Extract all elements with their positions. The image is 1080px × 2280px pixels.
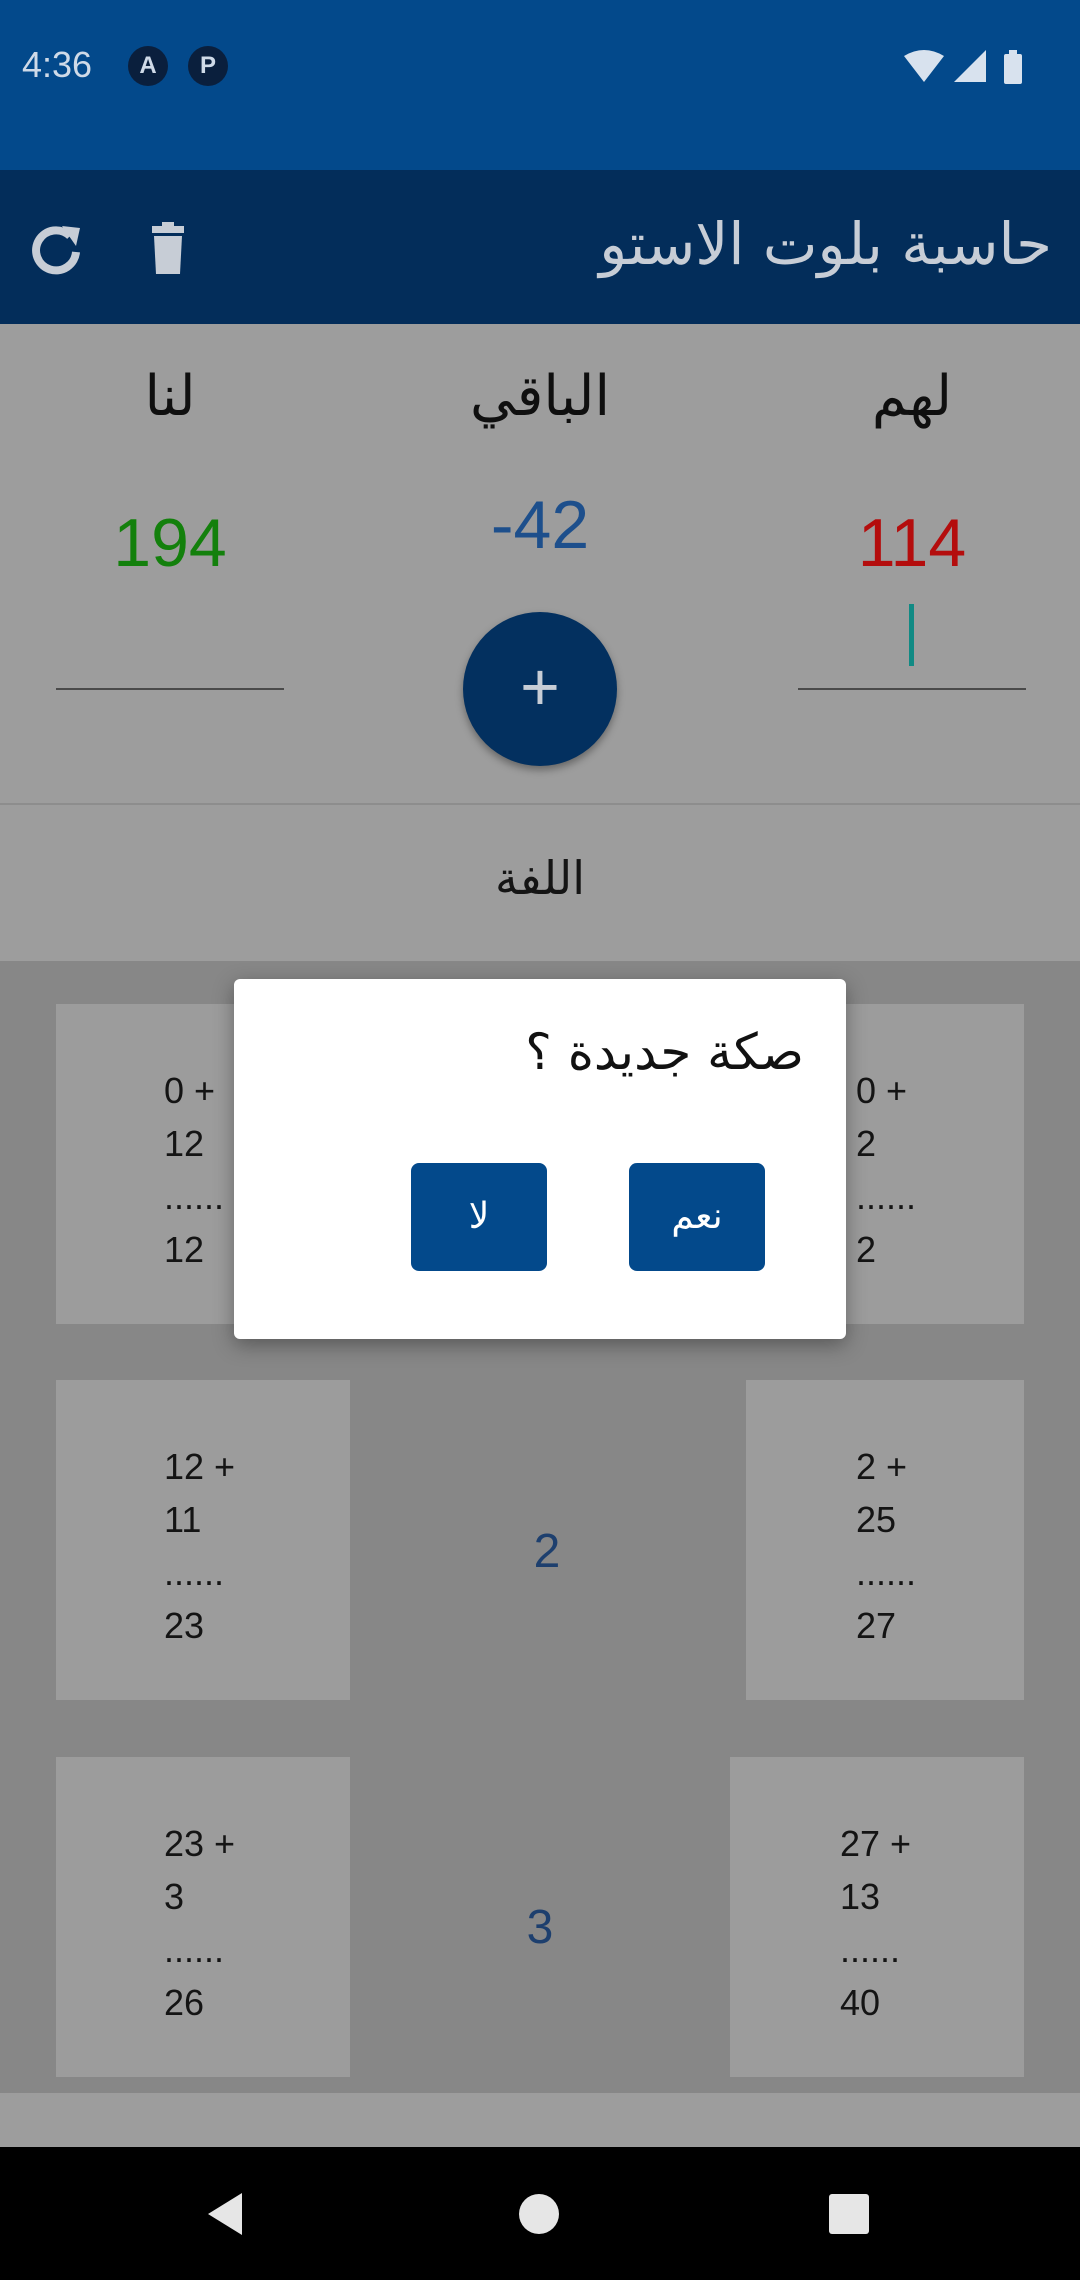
- cell-signal-icon: [954, 50, 986, 82]
- round-us-card[interactable]: 12 + 11 ...... 23: [56, 1380, 350, 1700]
- delete-icon[interactable]: [138, 220, 198, 280]
- us-label: لنا: [144, 364, 196, 429]
- round-total: 26: [164, 1982, 205, 2023]
- round-prev-total: 2 +: [856, 1446, 908, 1487]
- recents-icon[interactable]: [828, 2193, 870, 2235]
- text-cursor: [909, 604, 914, 666]
- round-them-card[interactable]: 27 + 13 ...... 40: [730, 1757, 1024, 2077]
- home-icon[interactable]: [518, 2193, 560, 2235]
- wifi-icon: [904, 50, 944, 82]
- yes-button[interactable]: نعم: [629, 1163, 765, 1271]
- round-points: 2: [856, 1123, 877, 1164]
- add-round-button[interactable]: +: [463, 612, 617, 766]
- bottom-strip: [0, 2093, 1080, 2147]
- status-time: 4:36: [22, 44, 93, 85]
- round-total: 23: [164, 1605, 205, 1646]
- dialog-title: صكة جديدة ؟: [525, 1023, 804, 1081]
- app-notification-icon: A: [128, 46, 168, 86]
- us-score: 194: [113, 505, 227, 581]
- them-score: 114: [857, 505, 967, 581]
- round-separator: ......: [856, 1552, 917, 1593]
- no-button[interactable]: لا: [411, 1163, 547, 1271]
- app-bar: حاسبة بلوت الاستو: [0, 170, 1080, 324]
- round-points: 13: [840, 1876, 881, 1917]
- remaining-label: الباقي: [469, 364, 611, 429]
- round-prev-total: 12 +: [164, 1446, 236, 1487]
- remaining-score: -42: [490, 487, 590, 563]
- round-them-card[interactable]: 2 + 25 ...... 27: [746, 1380, 1024, 1700]
- round-separator: ......: [840, 1929, 901, 1970]
- round-us-card[interactable]: 23 + 3 ...... 26: [56, 1757, 350, 2077]
- round-total: 12: [164, 1229, 205, 1270]
- round-prev-total: 0 +: [856, 1070, 908, 1111]
- battery-icon: [1004, 50, 1022, 84]
- us-points-input[interactable]: [56, 688, 284, 690]
- refresh-icon[interactable]: [26, 220, 86, 280]
- round-prev-total: 0 +: [164, 1070, 216, 1111]
- round-points: 11: [164, 1499, 202, 1540]
- round-total: 2: [856, 1229, 877, 1270]
- round-separator: ......: [164, 1552, 225, 1593]
- app-notification-icon: P: [188, 46, 228, 86]
- them-label: لهم: [871, 364, 953, 429]
- app-title: حاسبة بلوت الاستو: [599, 210, 1052, 278]
- round-separator: ......: [164, 1929, 225, 1970]
- status-bar: 4:36 A P: [0, 0, 1080, 170]
- round-number: 2: [533, 1525, 561, 1578]
- back-icon[interactable]: [204, 2191, 246, 2237]
- round-points: 25: [856, 1499, 897, 1540]
- system-status-icons: [904, 50, 1022, 84]
- navigation-bar: [0, 2147, 1080, 2280]
- round-prev-total: 27 +: [840, 1823, 912, 1864]
- new-game-dialog: صكة جديدة ؟ نعم لا: [234, 979, 846, 1339]
- round-prev-total: 23 +: [164, 1823, 236, 1864]
- round-points: 3: [164, 1876, 185, 1917]
- round-separator: ......: [856, 1176, 917, 1217]
- round-separator: ......: [164, 1176, 225, 1217]
- them-points-input[interactable]: [798, 688, 1026, 690]
- round-points: 12: [164, 1123, 205, 1164]
- round-number: 3: [526, 1901, 554, 1954]
- rounds-title: اللفة: [495, 851, 585, 905]
- round-total: 27: [856, 1605, 897, 1646]
- rounds-header: اللفة: [0, 805, 1080, 961]
- round-total: 40: [840, 1982, 881, 2023]
